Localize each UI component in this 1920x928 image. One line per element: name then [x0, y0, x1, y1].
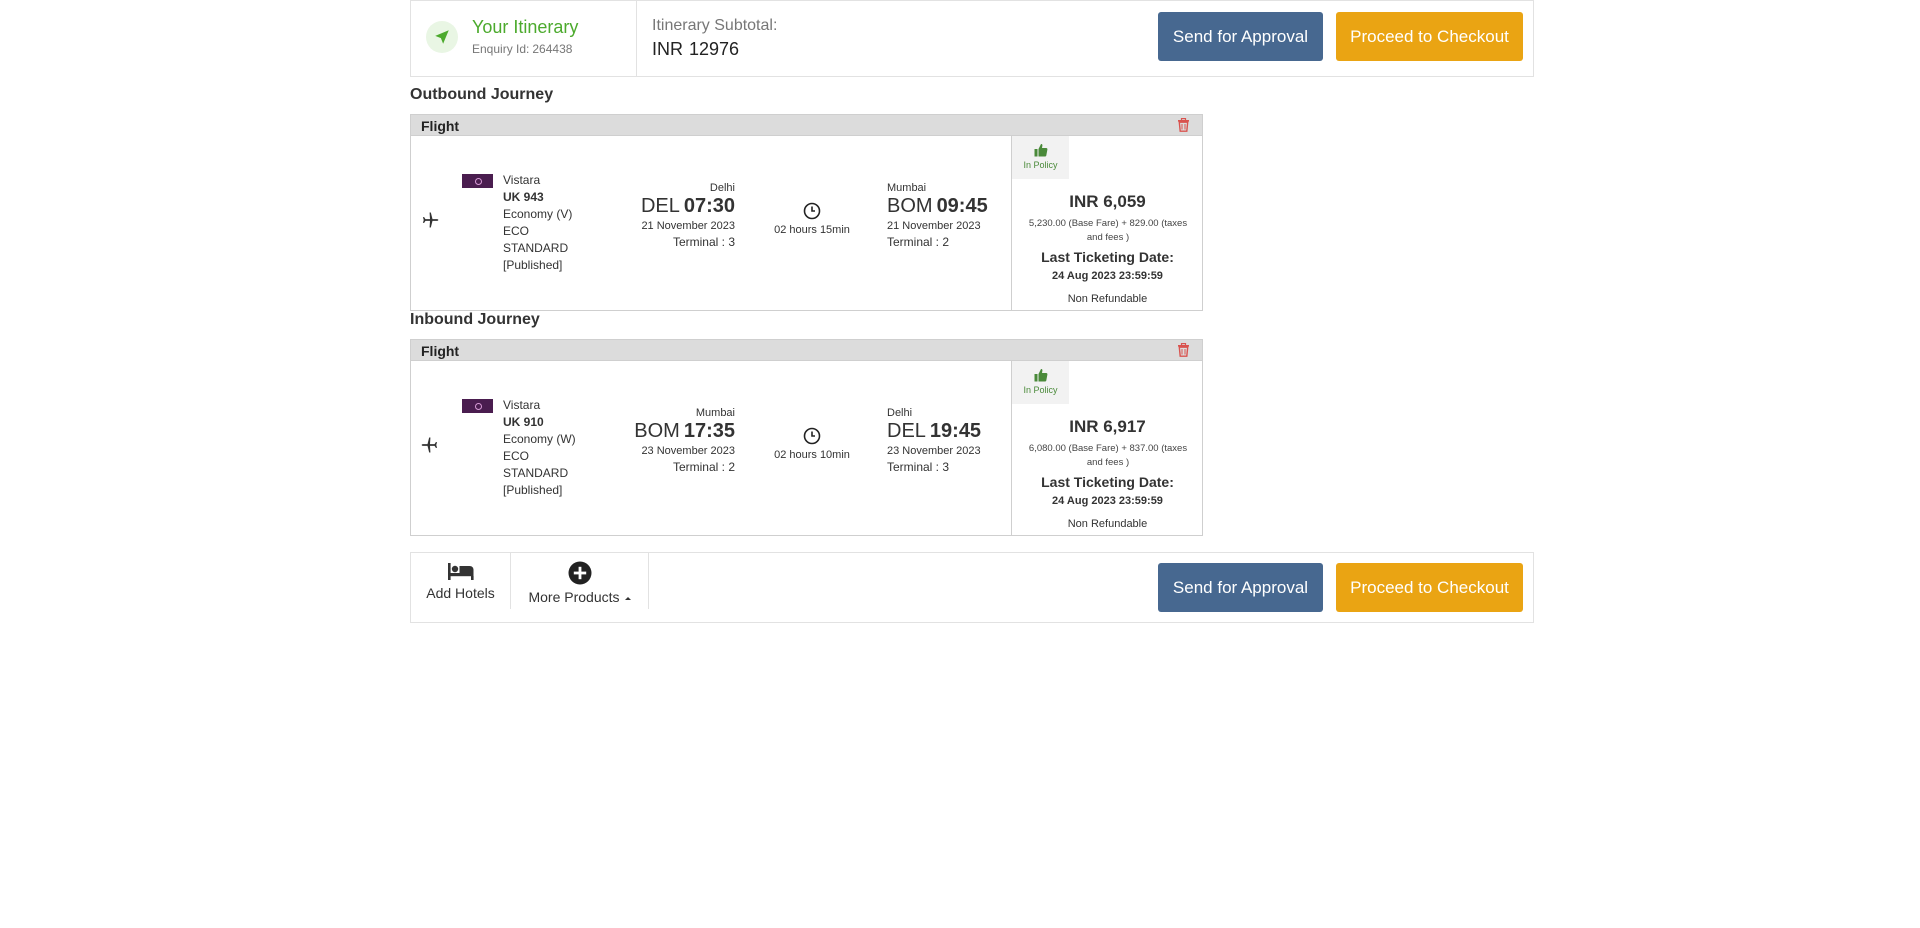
itinerary-footer: Add Hotels More Products Send for Approv…: [410, 552, 1534, 623]
inbound-journey-title: Inbound Journey: [410, 311, 540, 328]
departure-date: 21 November 2023: [641, 220, 735, 232]
fare-type: ECO STANDARD [Published]: [503, 449, 569, 497]
airline-logo: [462, 174, 493, 188]
flight-number: UK 910: [503, 415, 544, 429]
inbound-flight-card: Flight Vistara UK 910 Economy (W) ECO ST…: [410, 339, 1203, 536]
caret-up-icon: [624, 596, 631, 600]
flight-number: UK 943: [503, 190, 544, 204]
itinerary-title-section: Your Itinerary Enquiry Id: 264438: [411, 1, 637, 76]
refund-status: Non Refundable: [1067, 293, 1148, 305]
page-title: Your Itinerary: [472, 17, 579, 37]
arrival-city: Mumbai: [887, 182, 927, 194]
airline-name: Vistara: [503, 398, 541, 412]
airline-name: Vistara: [503, 173, 541, 187]
airline-logo: [462, 399, 493, 413]
departure-time: 07:30: [683, 195, 735, 217]
departure-info: Mumbai BOM 17:35 23 November 2023 Termina…: [634, 407, 735, 474]
trash-icon[interactable]: [1177, 117, 1190, 137]
arrival-info: Delhi DEL 19:45 23 November 2023 Terminal…: [887, 407, 981, 474]
enquiry-id: Enquiry Id: 264438: [472, 42, 573, 56]
fare-breakdown: 5,230.00 (Base Fare) + 829.00 (taxes and…: [1028, 218, 1188, 243]
last-ticketing-date-label: Last Ticketing Date:: [1041, 249, 1174, 265]
subtotal-value: INR 12976: [652, 39, 740, 59]
plus-circle-icon: [511, 561, 648, 585]
arrival-date: 23 November 2023: [887, 445, 981, 457]
flight-duration: 02 hours 15min: [772, 202, 852, 236]
fare-breakdown: 6,080.00 (Base Fare) + 837.00 (taxes and…: [1028, 443, 1188, 468]
add-hotels-button[interactable]: Add Hotels: [411, 553, 511, 609]
departure-city: Delhi: [709, 182, 735, 194]
price-panel: In Policy INR 6,917 6,080.00 (Base Fare)…: [1011, 361, 1203, 535]
arrival-code: BOM: [887, 195, 933, 217]
price: INR 6,917: [1069, 417, 1146, 436]
itinerary-header: Your Itinerary Enquiry Id: 264438 Itinera…: [410, 0, 1534, 77]
card-header: Flight: [411, 340, 1202, 361]
proceed-to-checkout-button[interactable]: Proceed to Checkout: [1336, 12, 1523, 61]
departure-time: 17:35: [683, 420, 735, 442]
price: INR 6,059: [1069, 192, 1146, 211]
thumbs-up-icon: [1012, 368, 1069, 382]
departure-terminal: Terminal : 3: [672, 235, 735, 249]
card-body: Vistara UK 910 Economy (W) ECO STANDARD …: [411, 361, 1202, 535]
arrival-time: 09:45: [936, 195, 988, 217]
thumbs-up-icon: [1012, 143, 1069, 157]
outbound-flight-card: Flight Vistara UK 943 Economy (V) ECO ST…: [410, 114, 1203, 311]
airplane-icon: [420, 435, 440, 460]
cabin-class: Economy (V): [503, 207, 573, 221]
fare-type: ECO STANDARD [Published]: [503, 224, 569, 272]
bed-icon: [411, 561, 510, 581]
proceed-to-checkout-button[interactable]: Proceed to Checkout: [1336, 563, 1523, 612]
arrival-time: 19:45: [929, 420, 982, 442]
arrival-info: Mumbai BOM 09:45 21 November 2023 Termina…: [887, 182, 988, 249]
card-title: Flight: [421, 118, 460, 134]
departure-date: 23 November 2023: [641, 445, 735, 457]
subtotal-label: Itinerary Subtotal:: [652, 17, 778, 34]
arrival-code: DEL: [887, 420, 926, 442]
price-panel: In Policy INR 6,059 5,230.00 (Base Fare)…: [1011, 136, 1203, 310]
last-ticketing-date-value: 24 Aug 2023 23:59:59: [1052, 270, 1163, 282]
card-body: Vistara UK 943 Economy (V) ECO STANDARD …: [411, 136, 1202, 310]
arrival-date: 21 November 2023: [887, 220, 981, 232]
outbound-journey-title: Outbound Journey: [410, 86, 554, 103]
arrival-terminal: Terminal : 2: [887, 235, 950, 249]
airplane-icon: [420, 210, 440, 235]
policy-badge: In Policy: [1012, 361, 1069, 404]
flight-info: Vistara UK 910 Economy (W) ECO STANDARD …: [503, 397, 583, 499]
last-ticketing-date-value: 24 Aug 2023 23:59:59: [1052, 495, 1163, 507]
flight-info: Vistara UK 943 Economy (V) ECO STANDARD …: [503, 172, 583, 274]
flight-duration: 02 hours 10min: [772, 427, 852, 461]
card-header: Flight: [411, 115, 1202, 136]
refund-status: Non Refundable: [1067, 518, 1148, 530]
navigation-arrow-icon: [426, 21, 458, 53]
arrival-city: Delhi: [887, 407, 913, 419]
clock-icon: [772, 427, 852, 445]
departure-terminal: Terminal : 2: [672, 460, 735, 474]
clock-icon: [772, 202, 852, 220]
policy-badge: In Policy: [1012, 136, 1069, 179]
cabin-class: Economy (W): [503, 432, 576, 446]
departure-code: DEL: [640, 195, 680, 217]
trash-icon[interactable]: [1177, 342, 1190, 362]
more-products-dropdown[interactable]: More Products: [511, 553, 649, 609]
send-for-approval-button[interactable]: Send for Approval: [1158, 12, 1323, 61]
arrival-terminal: Terminal : 3: [887, 460, 950, 474]
send-for-approval-button[interactable]: Send for Approval: [1158, 563, 1323, 612]
departure-city: Mumbai: [695, 407, 735, 419]
departure-code: BOM: [634, 420, 680, 442]
departure-info: Delhi DEL 07:30 21 November 2023 Terminal…: [641, 182, 735, 249]
last-ticketing-date-label: Last Ticketing Date:: [1041, 474, 1174, 490]
card-title: Flight: [421, 343, 460, 359]
